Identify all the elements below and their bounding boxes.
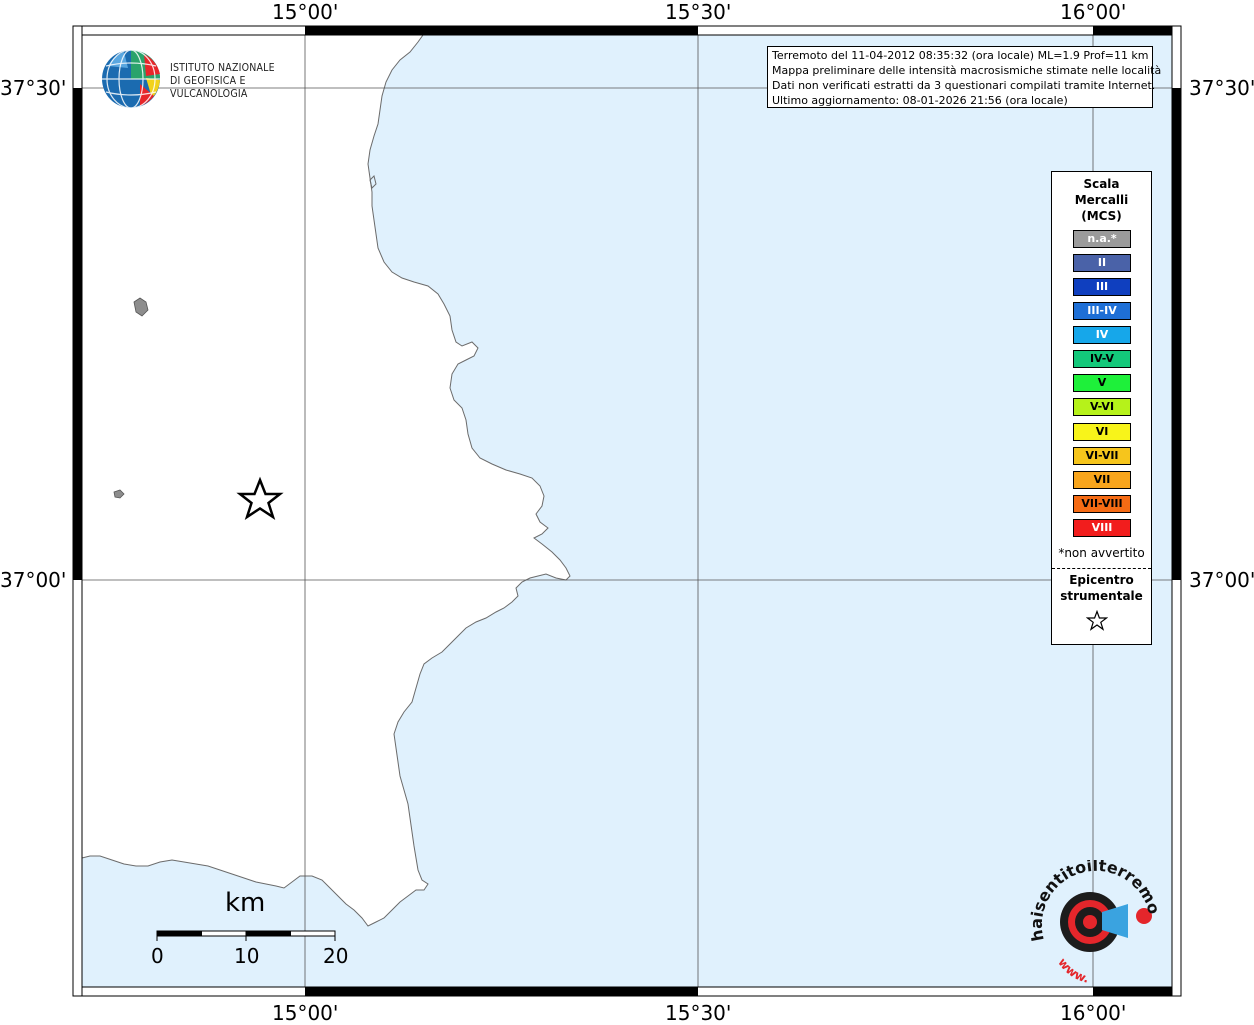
event-info-line-4: Ultimo aggiornamento: 08-01-2026 21:56 (… xyxy=(772,94,1068,107)
logo-line-2: DI GEOFISICA E VULCANOLOGIA xyxy=(170,75,248,100)
ingv-globe-icon xyxy=(102,49,160,109)
lon-label-bottom-16-00: 16°00' xyxy=(1060,1001,1127,1025)
legend-swatch: IV xyxy=(1073,326,1131,344)
event-info-box: Terremoto del 11-04-2012 08:35:32 (ora l… xyxy=(767,46,1162,108)
legend-epicentre-label: Epicentro strumentale xyxy=(1052,572,1151,604)
lat-label-left-37-00: 37°00' xyxy=(0,568,67,592)
legend-swatch: n.a.* xyxy=(1073,230,1131,248)
legend-title: Scala Mercalli (MCS) xyxy=(1052,176,1151,224)
scale-tick-10: 10 xyxy=(234,944,260,968)
lon-label-top-16-00: 16°00' xyxy=(1060,0,1127,24)
legend-swatch: III-IV xyxy=(1073,302,1131,320)
legend-swatch: VII-VIII xyxy=(1073,495,1131,513)
legend-separator xyxy=(1052,568,1151,569)
legend-swatch: III xyxy=(1073,278,1131,296)
legend-title-line-1: Scala xyxy=(1083,177,1120,191)
legend-note: *non avvertito xyxy=(1058,546,1145,560)
lon-label-bottom-15-00: 15°00' xyxy=(272,1001,339,1025)
legend-epicentre-line-1: Epicentro xyxy=(1069,573,1134,587)
haisentito-www: www. xyxy=(1055,955,1090,985)
event-info-line-2: Mappa preliminare delle intensità macros… xyxy=(772,64,1162,77)
lon-label-top-15-00: 15°00' xyxy=(272,0,339,24)
legend-swatch: VII xyxy=(1073,471,1131,489)
haisentito-logo: haisentitoilterremoto.it www. xyxy=(1030,860,1160,986)
legend-swatch: V-VI xyxy=(1073,398,1131,416)
scale-tick-20: 20 xyxy=(323,944,349,968)
legend-swatch: V xyxy=(1073,374,1131,392)
legend-swatch: II xyxy=(1073,254,1131,272)
event-info-line-3: Dati non verificati estratti da 3 questi… xyxy=(772,79,1156,92)
scale-tick-0: 0 xyxy=(151,944,164,968)
target-center xyxy=(1083,915,1097,929)
legend-title-line-2: Mercalli xyxy=(1074,193,1129,207)
lat-label-right-37-00: 37°00' xyxy=(1189,568,1254,592)
legend-epicentre-line-2: strumentale xyxy=(1060,589,1143,603)
legend-swatch: VIII xyxy=(1073,519,1131,537)
legend-swatch: IV-V xyxy=(1073,350,1131,368)
logo-line-1: ISTITUTO NAZIONALE xyxy=(170,62,275,74)
scale-unit-label: km xyxy=(225,888,266,918)
legend-title-line-3: (MCS) xyxy=(1081,209,1122,223)
lat-label-left-37-30: 37°30' xyxy=(0,76,67,100)
event-info-line-1: Terremoto del 11-04-2012 08:35:32 (ora l… xyxy=(772,49,1149,62)
legend-swatch: VI xyxy=(1073,423,1131,441)
legend-star-icon xyxy=(1086,610,1108,631)
legend-swatch: VI-VII xyxy=(1073,447,1131,465)
ingv-logo: ISTITUTO NAZIONALE DI GEOFISICA E VULCAN… xyxy=(100,48,320,110)
lat-label-right-37-30: 37°30' xyxy=(1189,76,1254,100)
mcs-legend: Scala Mercalli (MCS) n.a.* II III III-IV… xyxy=(1051,171,1152,645)
lon-label-bottom-15-30: 15°30' xyxy=(665,1001,732,1025)
lon-label-top-15-30: 15°30' xyxy=(665,0,732,24)
